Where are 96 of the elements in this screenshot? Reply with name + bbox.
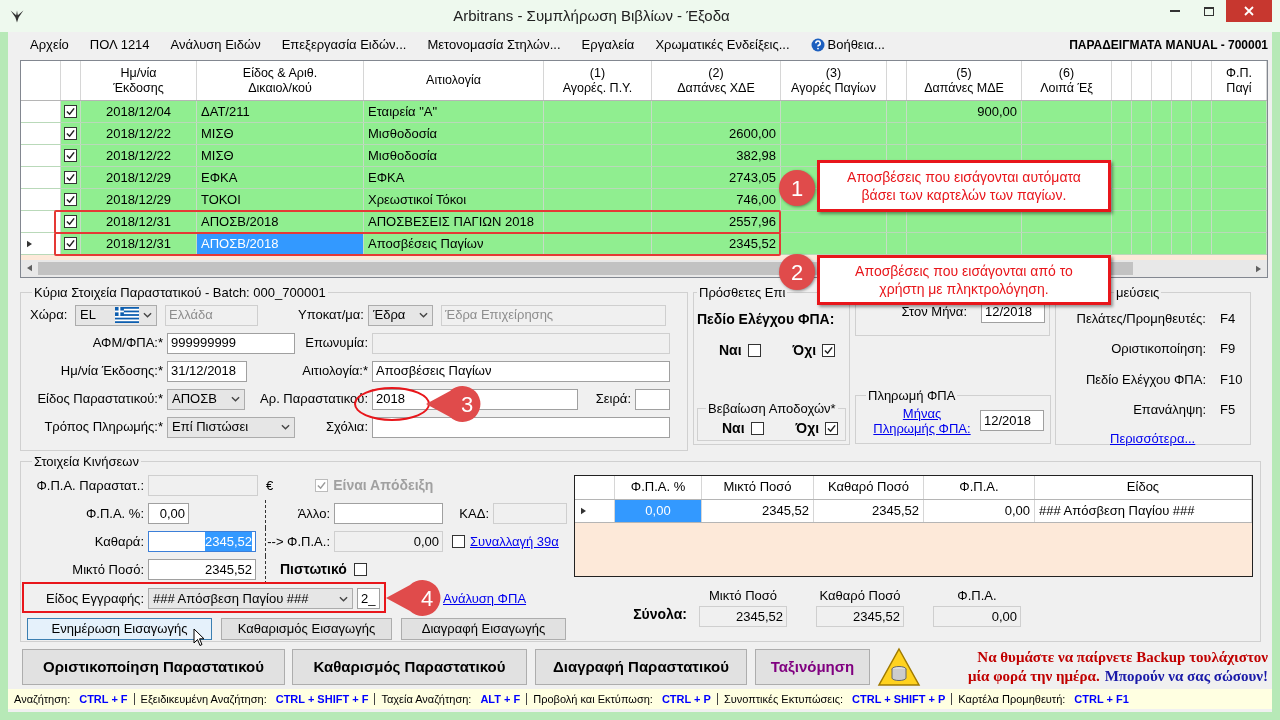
- shortcut-key: F10: [1220, 371, 1243, 387]
- field-label: Επωνυμία:: [305, 334, 368, 353]
- table-cell: 2600,00: [652, 123, 781, 144]
- totals-label: Σύνολα:: [633, 605, 687, 624]
- field-label: Χώρα:: [29, 306, 69, 325]
- shortcut-label: Πελάτες/Προμηθευτές:: [1076, 309, 1206, 328]
- option-label: Όχι: [795, 419, 820, 438]
- table-cell: 382,98: [652, 145, 781, 166]
- table-cell: 2018/12/31: [81, 211, 197, 232]
- callout-badge: 3: [424, 385, 482, 423]
- callout-box-overlay: Αποσβέσεις που εισάγονται αυτόματα βάσει των καρτελών των παγίων.: [817, 160, 1111, 212]
- field-label: Σειρά:: [595, 390, 631, 409]
- table-cell: ΑΠΟΣΒ/2018: [197, 233, 364, 254]
- shortcut-keys: CTRL + F1: [1074, 690, 1129, 708]
- shortcut-keys: CTRL + P: [661, 690, 711, 708]
- shortcut-label: Επανάληψη:: [1133, 401, 1206, 419]
- table-cell: 2018/12/29: [81, 167, 197, 188]
- shortcut-label: Οριστικοποίηση:: [1111, 340, 1206, 358]
- table-cell: Χρεωστικοί Τόκοι: [364, 189, 544, 210]
- table-cell-text: 0,00: [1004, 501, 1030, 520]
- group-title: Πληρωμή ΦΠΑ: [868, 388, 956, 403]
- option-label: Όχι: [792, 340, 817, 360]
- field-label: Τρόπος Πληρωμής:*: [44, 418, 163, 437]
- shortcut-key: F4: [1220, 310, 1236, 326]
- table-cell: Εταιρεία "Α": [364, 101, 544, 122]
- table-cell: 2018/12/29: [81, 189, 197, 210]
- field-label: Αιτιολογία:*: [302, 362, 368, 381]
- window-title: Arbitrans - Συμπλήρωση Βιβλίων - Έξοδα: [453, 5, 730, 26]
- shortcut-label: Πεδίο Ελέγχου ΦΠΑ:: [1085, 370, 1206, 389]
- table-cell: 2743,05: [652, 167, 781, 188]
- field-label: Σχόλια:: [326, 418, 368, 437]
- shortcut-keys: CTRL + F: [79, 690, 128, 708]
- table-cell: 2018/12/22: [81, 145, 197, 166]
- table-cell: 746,00: [652, 189, 781, 210]
- group-title: Κύρια Στοιχεία Παραστατικού - Batch: 000_700001: [34, 285, 326, 300]
- table-cell: Μισθοδοσία: [364, 123, 544, 144]
- currency-symbol: €: [266, 476, 274, 495]
- table-cell: 900,00: [907, 101, 1022, 122]
- totals-column-label: Φ.Π.Α.: [957, 586, 997, 605]
- table-cell-text: 0,00: [645, 501, 671, 520]
- table-cell: ΔΑΤ/211: [197, 101, 364, 122]
- field-label: Ημ/νία Έκδοσης:*: [60, 362, 163, 381]
- field-label: Είδος Παραστατικού:*: [37, 390, 163, 409]
- table-cell-text: 2345,52: [762, 501, 809, 520]
- field-label: Στον Μήνα:: [901, 303, 967, 322]
- checkbox-label: Είναι Απόδειξη: [333, 476, 434, 495]
- table-cell-text: 2345,52: [872, 501, 919, 520]
- group-title: μεύσεις: [1116, 285, 1160, 300]
- table-cell: Αποσβέσεις Παγίων: [364, 233, 544, 254]
- shortcut-label: Καρτέλα Προμηθευτή:: [958, 691, 1066, 707]
- field-label: ΑΦΜ/ΦΠΑ:*: [92, 334, 163, 353]
- table-cell: ΤΟΚΟΙ: [197, 189, 364, 210]
- shortcut-keys: ALT + F: [480, 690, 521, 708]
- field-label: Φ.Π.Α. %:: [85, 504, 144, 523]
- table-cell: ΜΙΣΘ: [197, 145, 364, 166]
- shortcut-label: Αναζήτηση:: [14, 691, 71, 707]
- option-label: Ναι: [719, 340, 742, 360]
- field-label: Άλλο:: [297, 504, 330, 523]
- field-label: --> Φ.Π.Α.:: [267, 532, 330, 551]
- backup-reminder: Να θυμάστε να παίρνετε Backup τουλάχιστον: [977, 648, 1268, 667]
- checkbox-label: Πιστωτικό: [280, 560, 347, 579]
- backup-reminder: μία φορά την ημέρα.: [967, 667, 1100, 686]
- shortcut-key: F5: [1220, 402, 1236, 417]
- field-label: Μικτό Ποσό:: [72, 560, 144, 579]
- totals-column-label: Καθαρό Ποσό: [819, 586, 901, 605]
- shortcut-label: Ταχεία Αναζήτηση:: [381, 691, 472, 707]
- shortcut-key: F9: [1220, 341, 1236, 356]
- table-cell: 2018/12/31: [81, 233, 197, 254]
- field-label: Καθαρά:: [94, 532, 144, 551]
- table-cell: 2018/12/04: [81, 101, 197, 122]
- callout-box-overlay: Αποσβέσεις που εισάγονται από το χρήστη με πληκτρολόγηση.: [817, 255, 1111, 305]
- field-label: Υποκατ/μα:: [298, 306, 364, 325]
- totals-column-label: Μικτό Ποσό: [708, 586, 778, 605]
- callout-badge: 4: [384, 579, 442, 617]
- backup-tip: Μπορούν να σας σώσουν!: [1104, 667, 1268, 686]
- table-cell: 2018/12/22: [81, 123, 197, 144]
- field-label: Φ.Π.Α. Παραστατ.:: [36, 476, 144, 495]
- table-cell: ΑΠΟΣΒ/2018: [197, 211, 364, 232]
- table-cell: ΕΦΚΑ: [364, 167, 544, 188]
- group-title: Στοιχεία Κινήσεων: [34, 454, 139, 469]
- table-cell: ΜΙΣΘ: [197, 123, 364, 144]
- shortcut-keys: CTRL + SHIFT + F: [275, 690, 369, 708]
- field-label: Πεδίο Ελέγχου ΦΠΑ:: [697, 310, 835, 327]
- option-label: Ναι: [722, 419, 745, 438]
- company-name: ΠΑΡΑΔΕΙΓΜΑΤΑ MANUAL - 700001: [1069, 36, 1268, 54]
- table-cell-text: ### Απόσβεση Παγίου ###: [1039, 501, 1195, 520]
- table-cell: Μισθοδοσία: [364, 145, 544, 166]
- group-title: Βεβαίωση Αποδοχών*: [708, 400, 836, 416]
- table-cell: ΕΦΚΑ: [197, 167, 364, 188]
- shortcut-label: Προβολή και Εκτύπωση:: [533, 691, 653, 707]
- shortcut-label: Εξειδικευμένη Αναζήτηση:: [140, 691, 267, 707]
- field-label: ΚΑΔ:: [459, 504, 489, 523]
- shortcut-label: Συνοπτικές Εκτυπώσεις:: [723, 691, 844, 707]
- table-cell: ΑΠΟΣΒΕΣΕΙΣ ΠΑΓΙΩΝ 2018: [364, 211, 544, 232]
- field-label: Είδος Εγγραφής:: [45, 589, 144, 608]
- shortcut-keys: CTRL + SHIFT + P: [852, 690, 946, 708]
